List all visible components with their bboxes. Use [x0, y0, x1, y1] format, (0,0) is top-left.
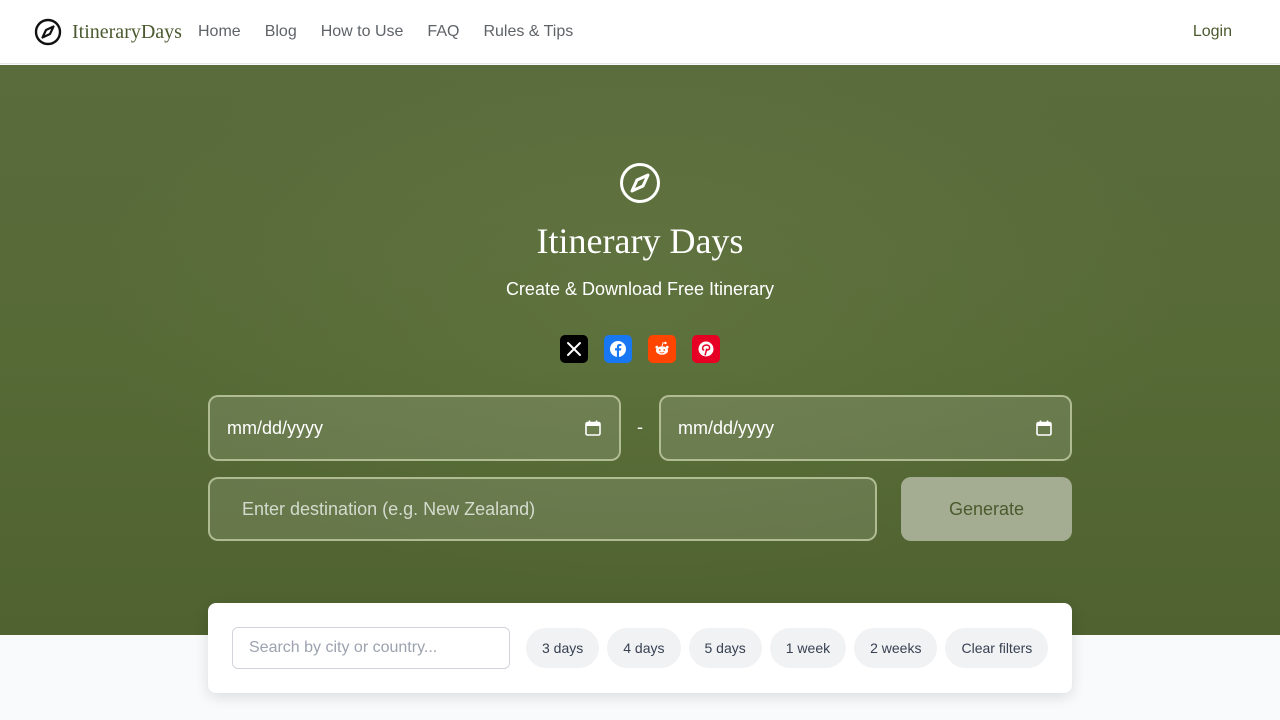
nav-links: Home Blog How to Use FAQ Rules & Tips [198, 21, 597, 43]
login-link[interactable]: Login [1193, 21, 1232, 43]
date-range-separator: - [637, 417, 643, 437]
pinterest-icon [698, 341, 714, 357]
facebook-icon [610, 341, 626, 357]
share-facebook-button[interactable] [604, 335, 632, 363]
hero-section: Itinerary Days Create & Download Free It… [0, 65, 1280, 635]
social-share-bar [560, 335, 720, 363]
share-pinterest-button[interactable] [692, 335, 720, 363]
hero-subtitle: Create & Download Free Itinerary [505, 279, 775, 299]
share-reddit-button[interactable] [648, 335, 676, 363]
end-date-input[interactable]: mm/dd/yyyy [659, 395, 1072, 461]
x-icon [567, 342, 581, 356]
clear-filters-button[interactable]: Clear filters [945, 628, 1049, 668]
brand-name: ItineraryDays [72, 20, 182, 43]
filter-chip-5-days[interactable]: 5 days [688, 628, 762, 668]
compass-icon [34, 18, 62, 46]
nav-blog[interactable]: Blog [265, 21, 297, 43]
navbar: ItineraryDays Home Blog How to Use FAQ R… [0, 0, 1280, 64]
hero-title: Itinerary Days [536, 221, 744, 261]
nav-how-to-use[interactable]: How to Use [321, 21, 404, 43]
generate-button[interactable]: Generate [901, 477, 1072, 541]
filter-chip-1-week[interactable]: 1 week [769, 628, 847, 668]
end-date-placeholder: mm/dd/yyyy [678, 417, 775, 438]
calendar-icon[interactable] [1035, 419, 1053, 437]
start-date-placeholder: mm/dd/yyyy [227, 417, 324, 438]
nav-home[interactable]: Home [198, 21, 241, 43]
nav-rules-tips[interactable]: Rules & Tips [483, 21, 573, 43]
filter-chip-3-days[interactable]: 3 days [526, 628, 600, 668]
filter-chip-2-weeks[interactable]: 2 weeks [854, 628, 938, 668]
destination-input[interactable] [208, 477, 877, 541]
filter-chip-4-days[interactable]: 4 days [607, 628, 681, 668]
search-input[interactable] [232, 627, 510, 669]
reddit-icon [655, 341, 669, 355]
share-x-button[interactable] [560, 335, 588, 363]
start-date-input[interactable]: mm/dd/yyyy [208, 395, 621, 461]
nav-faq[interactable]: FAQ [427, 21, 459, 43]
calendar-icon[interactable] [584, 419, 602, 437]
compass-icon [620, 163, 660, 203]
duration-filter-chips: 3 days 4 days 5 days 1 week 2 weeks Clea… [526, 628, 1049, 668]
brand-logo-link[interactable]: ItineraryDays [34, 17, 182, 47]
filter-card: 3 days 4 days 5 days 1 week 2 weeks Clea… [208, 603, 1072, 693]
